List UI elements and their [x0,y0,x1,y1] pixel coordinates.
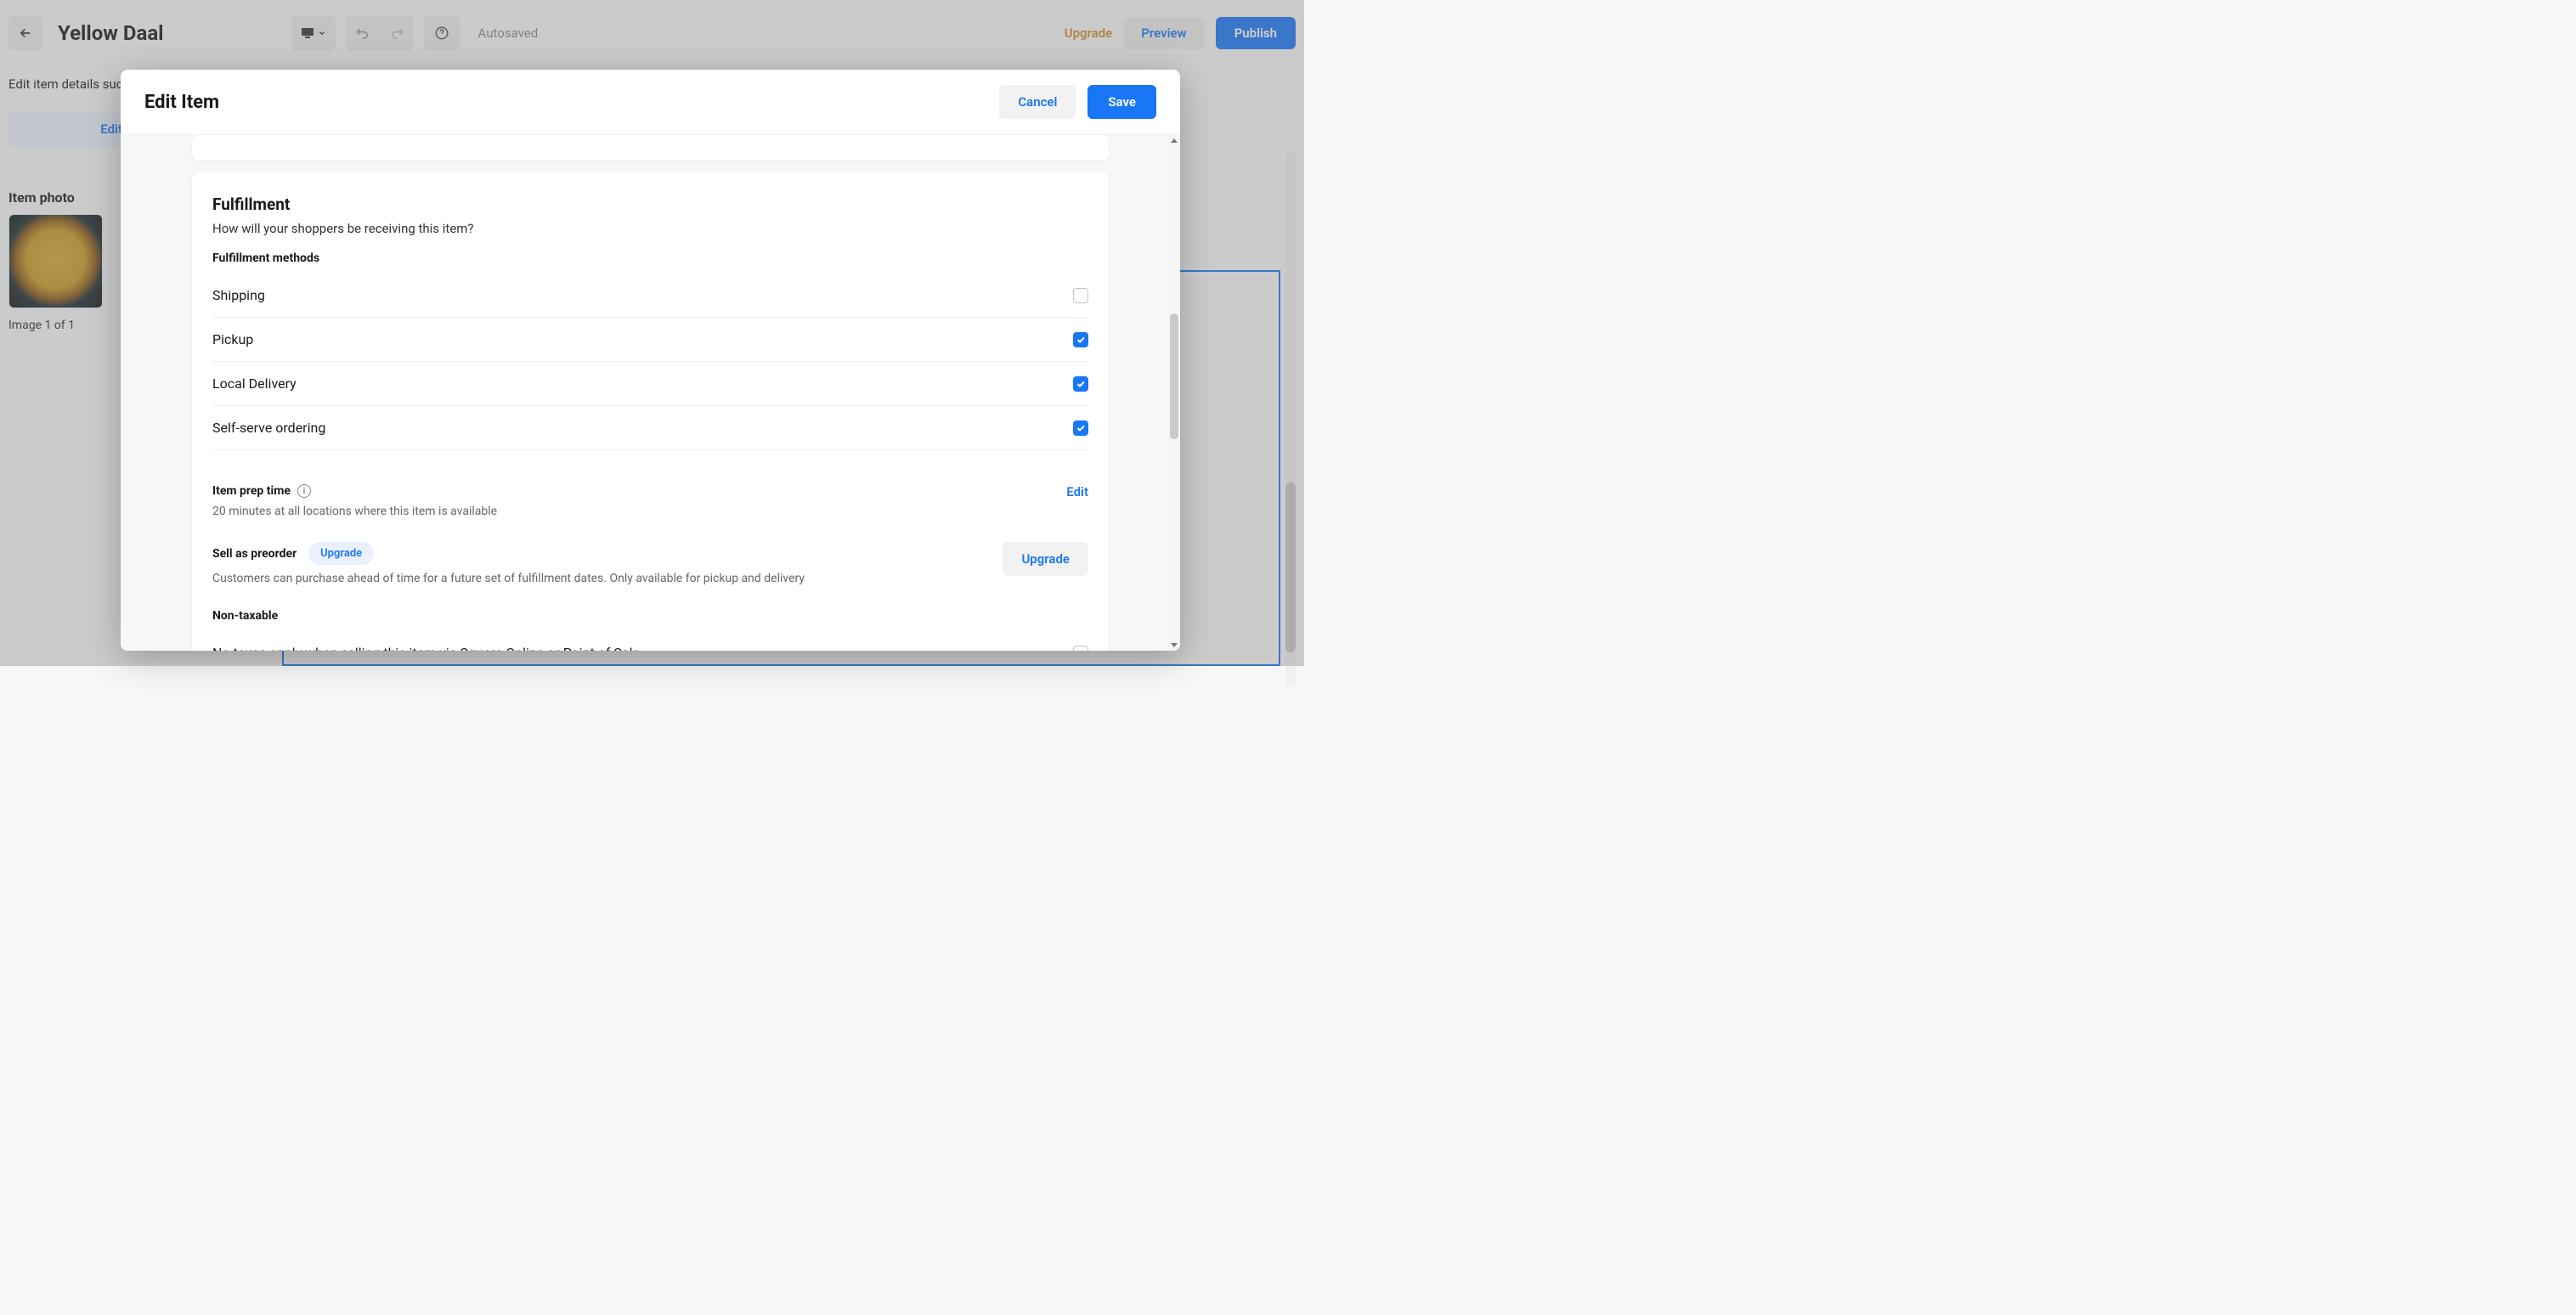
modal-scrollbar-thumb[interactable] [1170,313,1178,439]
method-label: Self-serve ordering [212,420,325,436]
prep-time-label: Item prep time [212,484,291,498]
non-taxable-row[interactable]: No taxes apply when selling this item vi… [212,631,1088,651]
method-label: Pickup [212,331,253,347]
shipping-checkbox[interactable] [1073,288,1088,303]
check-icon [1076,379,1086,389]
self-serve-checkbox[interactable] [1073,420,1088,436]
fulfillment-subtitle: How will your shoppers be receiving this… [212,221,1088,236]
save-button[interactable]: Save [1087,85,1156,119]
info-icon[interactable]: i [297,484,311,498]
previous-card-stub [192,135,1109,161]
upgrade-pill[interactable]: Upgrade [308,542,374,565]
preorder-description: Customers can purchase ahead of time for… [212,572,805,585]
method-row-pickup[interactable]: Pickup [212,318,1088,362]
method-row-self-serve[interactable]: Self-serve ordering [212,406,1088,450]
method-row-shipping[interactable]: Shipping [212,274,1088,318]
non-taxable-text: No taxes apply when selling this item vi… [212,645,643,651]
check-icon [1076,335,1086,345]
preorder-label: Sell as preorder [212,547,297,561]
modal-scrollbar[interactable] [1168,135,1180,651]
local-delivery-checkbox[interactable] [1073,376,1088,392]
method-label: Shipping [212,287,265,303]
fulfillment-title: Fulfillment [212,195,1088,214]
preorder-upgrade-button[interactable]: Upgrade [1003,542,1088,576]
non-taxable-checkbox[interactable] [1073,646,1088,652]
modal-title: Edit Item [144,92,219,113]
non-taxable-label: Non-taxable [212,609,1088,623]
edit-item-modal: Edit Item Cancel Save Fulfillment How wi… [121,70,1180,651]
fulfillment-card: Fulfillment How will your shoppers be re… [192,172,1109,651]
pickup-checkbox[interactable] [1073,332,1088,347]
method-row-local-delivery[interactable]: Local Delivery [212,362,1088,406]
prep-time-value: 20 minutes at all locations where this i… [212,505,497,518]
check-icon [1076,423,1086,433]
method-label: Local Delivery [212,375,297,392]
prep-time-edit-link[interactable]: Edit [1066,484,1088,499]
methods-label: Fulfillment methods [212,251,1088,265]
cancel-button[interactable]: Cancel [999,85,1076,119]
